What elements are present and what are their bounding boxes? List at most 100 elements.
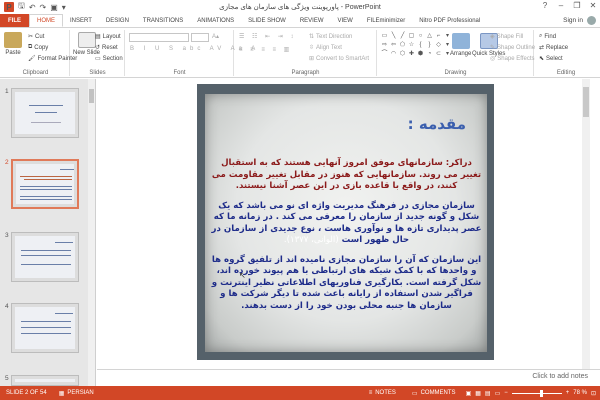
slide-thumbnail-1[interactable] — [11, 88, 79, 138]
tab-file[interactable]: FILE — [0, 14, 29, 27]
select-button[interactable]: ⬉ Select — [539, 55, 563, 63]
slideshow-view-icon[interactable]: ▭ — [495, 390, 501, 397]
shape-icon[interactable]: ⇨ — [381, 42, 388, 49]
shape-icon[interactable]: ☆ — [408, 42, 415, 49]
find-label: Find — [544, 33, 557, 40]
zoom-slider[interactable] — [511, 389, 562, 397]
shape-icon[interactable]: ╱ — [399, 33, 406, 40]
shape-icon[interactable]: ○ — [417, 33, 424, 40]
avatar[interactable] — [587, 16, 596, 25]
comments-toggle[interactable]: ▭ COMMENTS — [406, 390, 462, 397]
notes-label: NOTES — [375, 390, 396, 396]
slide-thumbnail-2[interactable] — [11, 159, 79, 209]
replace-button[interactable]: ⇄ Replace — [539, 44, 568, 52]
minimize-button[interactable]: – — [556, 1, 566, 10]
scrollbar-thumb[interactable] — [89, 89, 94, 103]
thumbnail-line — [20, 189, 72, 190]
tab-review[interactable]: REVIEW — [293, 14, 331, 27]
sign-in[interactable]: Sign in — [563, 14, 600, 27]
convert-smartart-button[interactable]: ⊞ Convert to SmartArt — [309, 55, 369, 63]
font-name-combobox[interactable] — [129, 33, 189, 42]
reset-button[interactable]: ↺ Reset — [95, 44, 118, 52]
tab-design[interactable]: DESIGN — [99, 14, 136, 27]
shape-icon[interactable]: ╲ — [390, 33, 397, 40]
zoom-out-icon[interactable]: − — [504, 390, 508, 396]
format-painter-button[interactable]: 🖌 Format Painter — [28, 55, 77, 63]
layout-button[interactable]: ▤ Layout — [95, 33, 121, 41]
tab-fileminimizer[interactable]: FILEminimizer — [360, 14, 412, 27]
shape-icon[interactable]: ✚ — [408, 51, 415, 58]
close-button[interactable]: ✕ — [588, 1, 598, 10]
language-indicator[interactable]: ▦ PERSIAN — [53, 390, 100, 397]
tab-view[interactable]: VIEW — [331, 14, 360, 27]
slide-body-text[interactable]: دراکر: سازمانهای موفق امروز آنهایی هستند… — [211, 158, 482, 320]
shape-icon[interactable]: ◇ — [435, 42, 442, 49]
shape-icon[interactable]: ⌐ — [435, 33, 442, 40]
slide-paragraph-2: سازمان مجازی در فرهنگ مدیریت واژه ای نو … — [211, 201, 482, 247]
reset-label: Reset — [102, 44, 118, 51]
shape-icon[interactable]: { — [417, 42, 424, 49]
canvas-scrollbar[interactable] — [582, 79, 590, 369]
fit-slide-icon[interactable]: ⊡ — [591, 390, 596, 397]
text-direction-label: Text Direction — [316, 33, 353, 40]
shape-icon[interactable]: ⬠ — [399, 42, 406, 49]
text-direction-button[interactable]: ⇅ Text Direction — [309, 33, 353, 41]
tab-nitro-pdf[interactable]: Nitro PDF Professional — [412, 14, 487, 27]
list-buttons[interactable]: ☰ ☷ ⇤ ⇥ ↕ — [239, 33, 296, 40]
zoom-slider-handle[interactable] — [539, 389, 543, 397]
slide-paragraph-1: دراکر: سازمانهای موفق امروز آنهایی هستند… — [211, 158, 482, 191]
shape-icon[interactable]: ⌒ — [381, 51, 388, 58]
zoom-in-icon[interactable]: + — [566, 390, 570, 396]
shape-fill-button[interactable]: ◈ Shape Fill — [490, 33, 523, 41]
slide-thumbnail-3[interactable] — [11, 232, 79, 282]
shapes-gallery[interactable]: ▭ ╲ ╱ ▢ ○ △ ⌐ ▾ ⇨ ⇦ ⬠ ☆{} ◇ ▾ ⌒ ◠ ⬡ ✚ ⬢ ◔ ⊂ ▾ — [381, 33, 451, 58]
shape-icon[interactable]: ▢ — [408, 33, 415, 40]
slide-thumbnail-4[interactable] — [11, 303, 79, 353]
font-size-combobox[interactable] — [191, 33, 209, 42]
zoom-level[interactable]: 78 % — [573, 390, 587, 396]
tab-slide-show[interactable]: SLIDE SHOW — [241, 14, 293, 27]
smartart-icon: ⊞ — [309, 56, 315, 62]
section-button[interactable]: ▭ Section — [95, 55, 123, 63]
slide-title[interactable]: مقدمه : — [408, 115, 466, 133]
help-button[interactable]: ? — [540, 1, 550, 10]
restore-button[interactable]: ❐ — [572, 1, 582, 10]
shape-icon[interactable]: ⬢ — [417, 51, 424, 58]
shape-icon[interactable]: } — [426, 42, 433, 49]
shape-icon[interactable]: ◠ — [390, 51, 397, 58]
slide-thumbnail-5[interactable] — [11, 375, 79, 386]
current-slide[interactable]: مقدمه : دراکر: سازمانهای موفق امروز آنها… — [197, 84, 494, 360]
align-buttons[interactable]: ≡ ≡ ≡ ≡ ▥ — [239, 46, 292, 53]
shape-effects-button[interactable]: ◎ Shape Effects — [490, 55, 535, 63]
arrange-button[interactable]: Arrange — [450, 33, 471, 57]
thumbnail-number: 1 — [5, 88, 9, 95]
tab-home[interactable]: HOME — [29, 14, 63, 27]
slide-sorter-icon[interactable]: ▦ — [475, 390, 481, 397]
thumbnail-scrollbar[interactable] — [88, 79, 95, 386]
normal-view-icon[interactable]: ▣ — [466, 390, 472, 397]
grow-font-icon[interactable]: A▴ — [212, 33, 219, 40]
align-text-button[interactable]: ⇳ Align Text — [309, 44, 342, 52]
copy-button[interactable]: ⧉ Copy — [28, 44, 48, 51]
find-button[interactable]: ⌕ Find — [539, 33, 556, 40]
sign-in-label[interactable]: Sign in — [563, 17, 583, 24]
notes-placeholder[interactable]: Click to add notes — [532, 373, 588, 380]
scrollbar-thumb[interactable] — [583, 87, 589, 117]
notes-pane[interactable]: Click to add notes — [97, 369, 600, 386]
shape-icon[interactable]: ⬡ — [399, 51, 406, 58]
cut-button[interactable]: ✂ Cut — [28, 33, 44, 41]
tab-animations[interactable]: ANIMATIONS — [190, 14, 241, 27]
shape-icon[interactable]: ⇦ — [390, 42, 397, 49]
paste-button[interactable]: Paste — [4, 32, 22, 56]
notes-toggle[interactable]: ≡ NOTES — [363, 390, 402, 396]
shape-outline-button[interactable]: ✎ Shape Outline — [490, 44, 535, 52]
slide-editing-canvas[interactable]: مقدمه : دراکر: سازمانهای موفق امروز آنها… — [97, 79, 590, 369]
clipboard-group: Paste ✂ Cut ⧉ Copy 🖌 Format Painter Clipboa… — [2, 30, 77, 76]
shape-icon[interactable]: ◔ — [426, 51, 433, 58]
tab-insert[interactable]: INSERT — [63, 14, 99, 27]
shape-icon[interactable]: ⊂ — [435, 51, 442, 58]
shape-icon[interactable]: ▭ — [381, 33, 388, 40]
tab-transitions[interactable]: TRANSITIONS — [136, 14, 190, 27]
reading-view-icon[interactable]: ▤ — [485, 390, 491, 397]
shape-icon[interactable]: △ — [426, 33, 433, 40]
